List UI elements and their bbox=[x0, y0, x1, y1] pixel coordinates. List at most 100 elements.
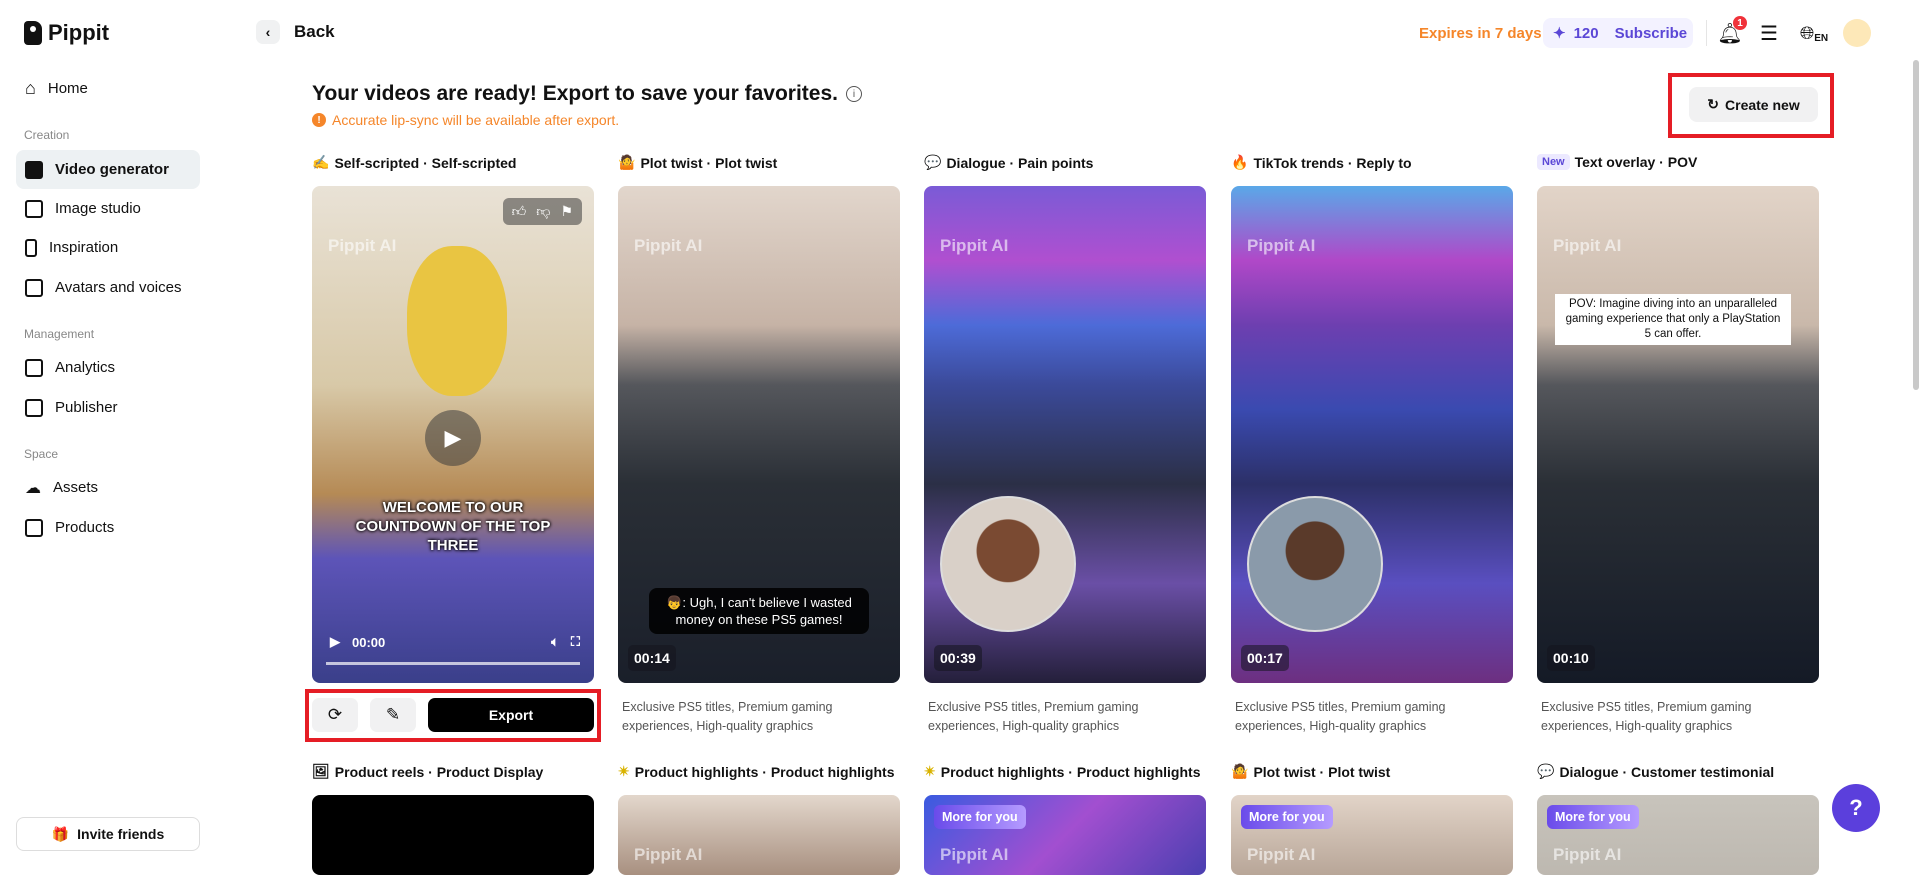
analytics-icon bbox=[25, 358, 43, 377]
page-title: Your videos are ready! Export to save yo… bbox=[312, 82, 862, 106]
video-card[interactable]: Pippit AI POV: Imagine diving into an un… bbox=[1537, 186, 1819, 683]
video-caption: POV: Imagine diving into an unparalleled… bbox=[1555, 294, 1791, 345]
watermark: Pippit AI bbox=[634, 845, 703, 864]
sidebar-item-publisher[interactable]: Publisher bbox=[16, 388, 200, 427]
expires-text: Expires in 7 days bbox=[1419, 24, 1542, 42]
avatar-icon bbox=[25, 278, 43, 297]
label-text: Plot twist · Plot twist bbox=[640, 154, 778, 171]
alert-icon: ! bbox=[312, 113, 326, 127]
label-text: Text overlay · POV bbox=[1574, 154, 1698, 170]
sidebar-item-analytics[interactable]: Analytics bbox=[16, 348, 200, 387]
sidebar-item-home[interactable]: ⌂ Home bbox=[16, 69, 200, 108]
video-card[interactable]: More for you Pippit AI bbox=[1231, 795, 1513, 875]
sidebar-item-assets[interactable]: ☁ Assets bbox=[16, 468, 200, 507]
watermark: Pippit AI bbox=[1553, 845, 1622, 864]
home-icon: ⌂ bbox=[25, 78, 36, 98]
sidebar-item-avatars-and-voices[interactable]: Avatars and voices bbox=[16, 268, 200, 307]
refresh-icon: ⟳ bbox=[327, 705, 343, 724]
back-label: Back bbox=[294, 22, 335, 41]
watermark: Pippit AI bbox=[1247, 845, 1316, 864]
pencil-icon: ✎ bbox=[385, 705, 401, 724]
video-card[interactable]: More for you Pippit AI bbox=[924, 795, 1206, 875]
sparkle-icon: ✦ bbox=[1553, 25, 1566, 42]
more-for-you-badge: More for you bbox=[1547, 805, 1639, 829]
progress-bar[interactable] bbox=[326, 662, 580, 665]
video-label: New Text overlay · POV bbox=[1537, 154, 1697, 170]
current-time: 00:00 bbox=[352, 634, 386, 650]
video-duration: 00:17 bbox=[1241, 645, 1289, 671]
video-card[interactable]: Pippit AI bbox=[618, 795, 900, 875]
video-description: Exclusive PS5 titles, Premium gaming exp… bbox=[928, 700, 1139, 733]
language-button[interactable]: 🌐︎ EN bbox=[1797, 20, 1831, 46]
invite-friends-button[interactable]: 🎁 Invite friends bbox=[16, 817, 200, 851]
credits-subscribe-pill[interactable]: ✦ 120 Subscribe bbox=[1543, 18, 1693, 48]
sidebar-item-products[interactable]: Products bbox=[16, 508, 200, 547]
notification-badge: 1 bbox=[1733, 16, 1747, 30]
video-label: 🤷 Plot twist · Plot twist bbox=[618, 154, 777, 171]
speech-bubble-icon: 💬 bbox=[924, 154, 942, 170]
writing-hand-icon: ✍ bbox=[312, 154, 330, 170]
play-small-icon[interactable]: ▶ bbox=[330, 634, 340, 650]
sidebar-item-inspiration[interactable]: Inspiration bbox=[16, 228, 200, 267]
chevron-left-icon: ‹ bbox=[256, 20, 280, 44]
thumbs-up-icon[interactable]: 👍︎ bbox=[512, 203, 527, 220]
thumbs-down-icon[interactable]: 👎︎ bbox=[536, 203, 550, 220]
player-controls: ▶ 00:00 🔈︎ ⛶ bbox=[330, 634, 580, 650]
sidebar-item-label: Analytics bbox=[55, 359, 116, 376]
report-icon[interactable]: ⚑ bbox=[560, 203, 573, 220]
video-card[interactable]: More for you Pippit AI bbox=[1537, 795, 1819, 875]
video-card[interactable] bbox=[312, 795, 594, 875]
video-label: ✴ Product highlights · Product highlights bbox=[618, 763, 895, 780]
pippit-logo[interactable]: Pippit bbox=[24, 20, 109, 46]
question-icon: ? bbox=[1849, 795, 1863, 820]
divider bbox=[1706, 20, 1707, 46]
create-new-button[interactable]: ↻ Create new bbox=[1689, 87, 1818, 122]
scrollbar[interactable] bbox=[1913, 60, 1919, 390]
video-label: ✍ Self-scripted · Self-scripted bbox=[312, 154, 516, 171]
calendar-icon bbox=[25, 398, 43, 417]
volume-icon[interactable]: 🔈︎ bbox=[551, 634, 559, 650]
video-label: 🤷 Plot twist · Plot twist bbox=[1231, 763, 1390, 780]
subscription-button[interactable]: ☰ bbox=[1756, 20, 1782, 46]
help-button[interactable]: ? bbox=[1832, 784, 1880, 832]
watermark: Pippit AI bbox=[940, 845, 1009, 864]
more-for-you-badge: More for you bbox=[1241, 805, 1333, 829]
user-avatar[interactable] bbox=[1843, 19, 1871, 47]
person-shrug-icon: 🤷 bbox=[1231, 763, 1249, 779]
speech-bubble-icon: 💬 bbox=[1537, 763, 1555, 779]
sidebar-item-video-generator[interactable]: Video generator bbox=[16, 150, 200, 189]
avatar-bubble bbox=[940, 496, 1076, 632]
star-burst-icon: ✴ bbox=[924, 763, 936, 779]
refresh-icon: ↻ bbox=[1707, 96, 1720, 112]
export-button[interactable]: Export bbox=[428, 698, 594, 732]
subscribe-link[interactable]: Subscribe bbox=[1615, 25, 1688, 42]
video-card[interactable]: Pippit AI 00:39 bbox=[924, 186, 1206, 683]
new-badge: New bbox=[1537, 154, 1570, 170]
play-icon[interactable]: ▶ bbox=[425, 410, 481, 466]
video-description: Exclusive PS5 titles, Premium gaming exp… bbox=[1235, 700, 1446, 733]
video-player[interactable]: Pippit AI 👍︎ 👎︎ ⚑ ▶ WELCOME TO OUR COUNTDO… bbox=[312, 186, 594, 683]
back-button[interactable]: ‹ Back bbox=[256, 20, 335, 44]
video-card[interactable]: Pippit AI 00:17 bbox=[1231, 186, 1513, 683]
video-label: 💬 Dialogue · Customer testimonial bbox=[1537, 763, 1774, 780]
watermark: Pippit AI bbox=[634, 236, 703, 255]
label-text: Product highlights · Product highlights bbox=[940, 763, 1201, 780]
sidebar-item-label: Publisher bbox=[55, 399, 118, 416]
products-icon bbox=[25, 518, 43, 537]
sidebar-item-label: Inspiration bbox=[49, 239, 119, 256]
fullscreen-icon[interactable]: ⛶ bbox=[571, 634, 580, 650]
label-text: Plot twist · Plot twist bbox=[1253, 763, 1391, 780]
credits-count: 120 bbox=[1573, 24, 1599, 42]
notifications-button[interactable]: 🔔︎ 1 bbox=[1717, 16, 1747, 46]
edit-button[interactable]: ✎ bbox=[370, 698, 416, 732]
video-caption: 👦: Ugh, I can't believe I wasted money o… bbox=[649, 588, 869, 634]
info-icon[interactable]: i bbox=[845, 86, 862, 102]
regenerate-button[interactable]: ⟳ bbox=[312, 698, 358, 732]
sidebar-item-label: Products bbox=[55, 519, 115, 536]
video-card[interactable]: Pippit AI 👦: Ugh, I can't believe I wast… bbox=[618, 186, 900, 683]
video-generator-icon bbox=[25, 160, 43, 179]
sidebar-item-image-studio[interactable]: Image studio bbox=[16, 189, 200, 228]
label-text: Self-scripted · Self-scripted bbox=[334, 154, 517, 171]
sidebar-item-label: Home bbox=[47, 80, 88, 97]
sidebar: Pippit ⌂ Home Creation Video generator Im… bbox=[0, 0, 230, 864]
